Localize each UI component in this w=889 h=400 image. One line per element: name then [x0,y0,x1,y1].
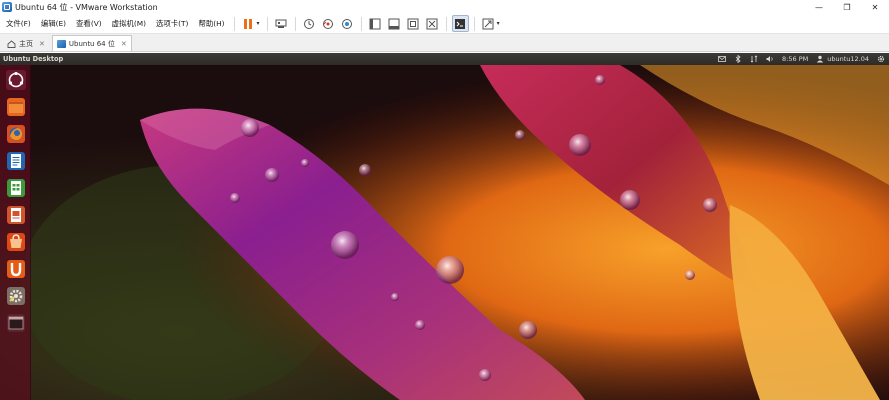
mail-indicator-icon[interactable] [718,55,726,63]
menu-edit[interactable]: 编辑(E) [36,14,71,34]
library-icon [369,18,381,29]
volume-icon[interactable] [766,55,774,63]
send-ctrl-alt-del-button[interactable] [273,15,290,32]
vmware-app-icon [2,2,12,12]
toolbar-separator [473,16,475,31]
libreoffice-calc-icon [6,178,25,197]
power-dropdown-arrow[interactable]: ▾ [257,20,260,27]
menu-tabs[interactable]: 选项卡(T) [151,14,193,34]
system-settings-icon [6,286,25,305]
toolbar-separator [360,16,362,31]
panel-title: Ubuntu Desktop [3,55,64,63]
window-title: Ubuntu 64 位 - VMware Workstation [15,2,158,12]
launcher-ubuntu-one[interactable] [3,256,28,281]
menu-help[interactable]: 帮助(H) [193,14,229,34]
menu-file[interactable]: 文件(F) [0,14,36,34]
ubuntu-software-center-icon [6,232,25,251]
home-icon [7,39,16,48]
tab-home-label: 主页 [19,39,33,48]
send-ctrl-alt-del-icon [275,19,287,28]
tab-vm-label: Ubuntu 64 位 [68,39,115,48]
thumbnail-bar-button[interactable] [386,15,403,32]
menu-vm[interactable]: 虚拟机(M) [107,14,151,34]
bluetooth-icon[interactable] [734,55,742,63]
stretch-icon [482,18,494,29]
launcher-files[interactable] [3,94,28,119]
title-bar: Ubuntu 64 位 - VMware Workstation — ❐ ✕ [0,0,889,14]
firefox-icon [6,124,25,143]
ubuntu-desktop[interactable] [0,65,889,400]
vm-icon [56,39,66,48]
snapshot-manager-button[interactable] [339,15,356,32]
toolbar-separator [445,16,447,31]
menu-view[interactable]: 查看(V) [71,14,107,34]
dash-home-icon [5,69,26,90]
launcher-system-settings[interactable] [3,283,28,308]
network-icon[interactable] [750,55,758,63]
library-button[interactable] [367,15,384,32]
launcher-calc[interactable] [3,175,28,200]
revert-snapshot-button[interactable] [320,15,337,32]
pause-icon [244,18,253,29]
tab-bar: 主页 ✕ Ubuntu 64 位 ✕ [0,34,889,52]
toolbar-separator [266,16,268,31]
minimize-button[interactable]: — [805,0,833,14]
revert-snapshot-icon [323,18,334,29]
panel-indicators: 8:56 PM ubuntu12.04 [714,53,889,65]
ubuntu-one-icon [6,259,25,278]
vmware-window: Ubuntu 64 位 - VMware Workstation — ❐ ✕ 文… [0,0,889,400]
console-view-button[interactable] [451,15,469,32]
libreoffice-writer-icon [6,151,25,170]
workspace-switcher-icon [6,313,25,332]
launcher-impress[interactable] [3,202,28,227]
tab-ubuntu-vm[interactable]: Ubuntu 64 位 ✕ [51,35,132,51]
snapshot-icon [304,18,315,29]
launcher-software-center[interactable] [3,229,28,254]
pause-button[interactable] [240,15,257,32]
session-gear-icon[interactable] [877,55,885,63]
window-controls: — ❐ ✕ [805,0,889,14]
console-view-icon [455,18,466,29]
snapshot-manager-icon [342,18,353,29]
user-menu[interactable]: ubuntu12.04 [816,55,869,63]
fullscreen-icon [407,18,419,29]
files-icon [6,97,25,116]
clock-text[interactable]: 8:56 PM [782,55,808,63]
user-icon [817,55,824,63]
launcher-workspace-switcher[interactable] [3,310,28,335]
user-name: ubuntu12.04 [827,55,869,63]
unity-launcher [0,65,31,400]
menu-bar: 文件(F) 编辑(E) 查看(V) 虚拟机(M) 选项卡(T) 帮助(H) ▾ [0,14,889,34]
snapshot-button[interactable] [301,15,318,32]
launcher-writer[interactable] [3,148,28,173]
wallpaper-image [0,65,889,400]
fullscreen-button[interactable] [405,15,422,32]
stretch-guest-button[interactable] [480,15,497,32]
ubuntu-top-panel: Ubuntu Desktop 8:56 PM ubuntu12.04 [0,53,889,65]
toolbar-separator [233,16,235,31]
launcher-firefox[interactable] [3,121,28,146]
tab-home[interactable]: 主页 ✕ [2,36,50,51]
maximize-button[interactable]: ❐ [833,0,861,14]
toolbar-separator [294,16,296,31]
stretch-dropdown-arrow[interactable]: ▾ [497,20,500,27]
close-button[interactable]: ✕ [861,0,889,14]
unity-button[interactable] [424,15,441,32]
tab-home-close-icon[interactable]: ✕ [39,40,45,48]
tab-vm-close-icon[interactable]: ✕ [121,40,127,48]
launcher-dash-home[interactable] [3,67,28,92]
thumbnail-icon [388,18,400,29]
libreoffice-impress-icon [6,205,25,224]
unity-icon [426,18,438,29]
